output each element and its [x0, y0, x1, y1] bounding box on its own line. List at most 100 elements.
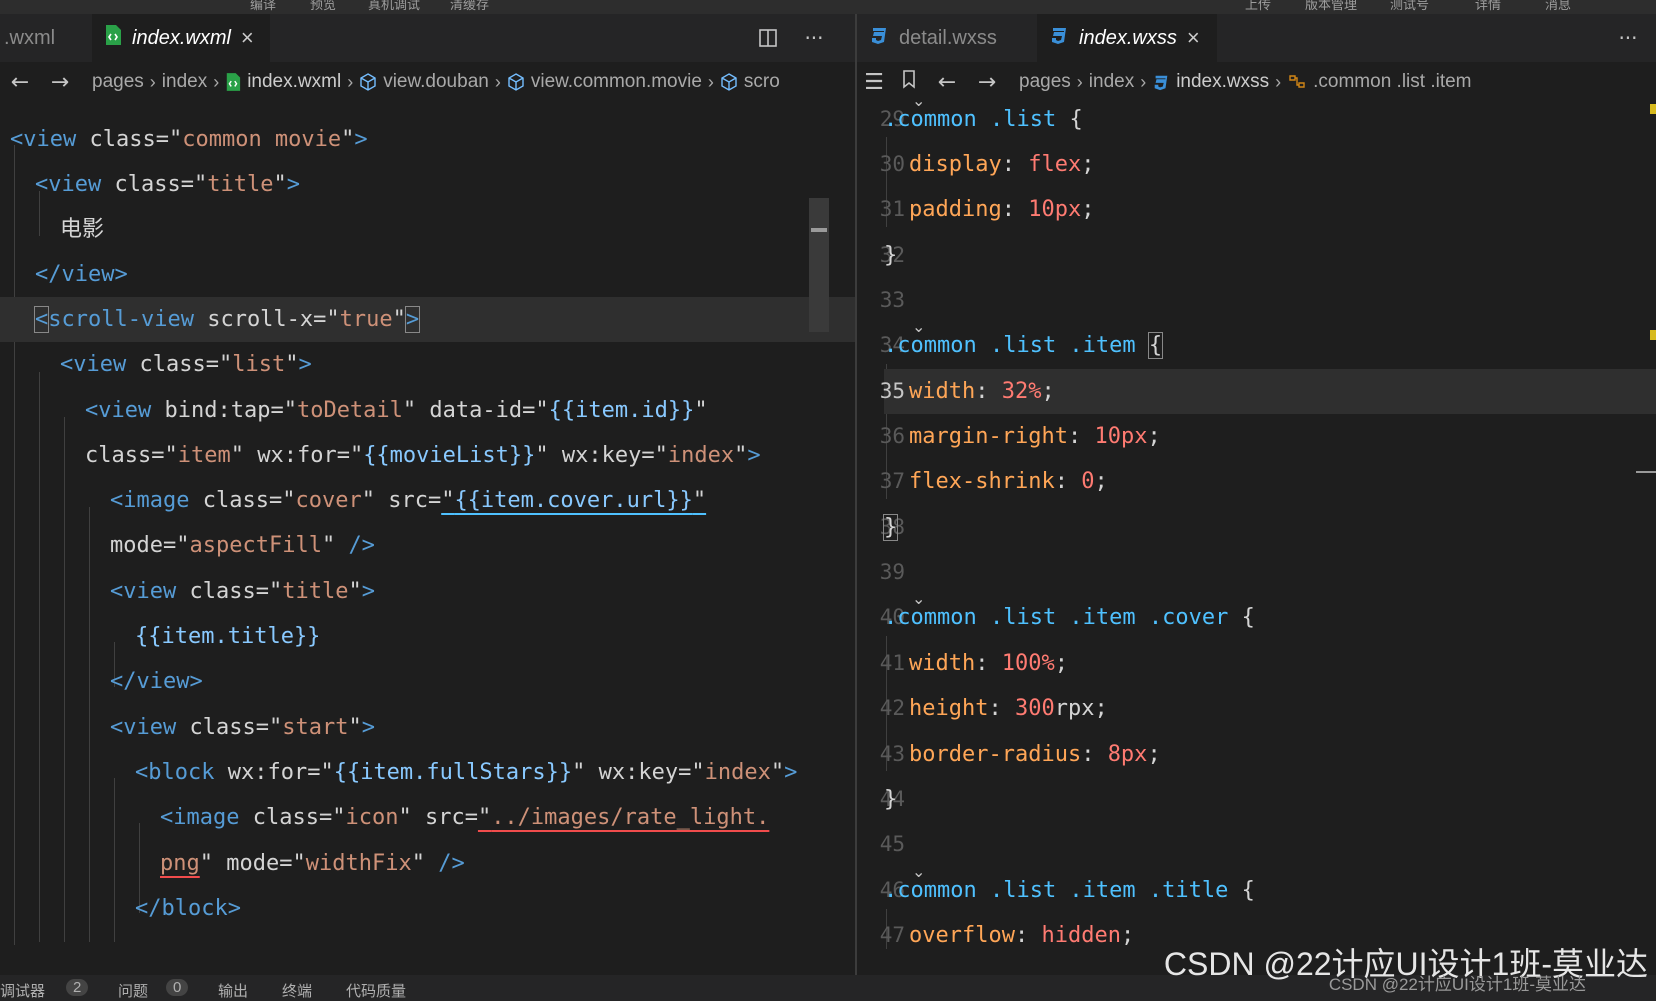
chevron-right-icon: ›: [707, 71, 714, 92]
code-line: 42 height: 300rpx;: [879, 696, 1108, 721]
breadcrumb-item[interactable]: view.douban: [359, 71, 489, 93]
code-line: class="item" wx:for="{{movieList}}" wx:k…: [85, 443, 761, 468]
editor-right: detail.wxss index.wxss × ··· ☰ ← → pages…: [857, 14, 1656, 975]
code-line: mode="aspectFill" />: [110, 533, 375, 558]
scroll-position-marker: [811, 228, 827, 232]
code-line: {{item.title}}: [135, 624, 321, 649]
code-line: 31 padding: 10px;: [879, 197, 1095, 222]
code-line: 32}: [879, 243, 905, 268]
cube-icon: [721, 73, 737, 91]
panel-tab-output[interactable]: 输出: [218, 980, 248, 1001]
overview-ruler-cursor: [1636, 471, 1656, 473]
top-toolbar-strip: 编译 预览 真机调试 清缓存 上传 版本管理 测试号 详情 消息: [0, 0, 1656, 14]
panel-tab-code-quality[interactable]: 代码质量: [346, 980, 406, 1001]
code-line: <view bind:tap="toDetail" data-id="{{ite…: [85, 398, 708, 423]
breadcrumb-label: view.common.movie: [530, 71, 702, 92]
cube-icon: [360, 73, 376, 91]
code-line-highlighted: <scroll-view scroll-x="true">: [0, 297, 855, 342]
breadcrumb-item[interactable]: pages: [1019, 71, 1071, 93]
code-line: 41 width: 100%;: [879, 651, 1068, 676]
tab-detail-wxss[interactable]: detail.wxss: [857, 14, 1037, 62]
toolbar-item[interactable]: 真机调试: [368, 0, 420, 13]
breadcrumb-file[interactable]: index.wxss: [1152, 71, 1269, 93]
code-line: 37 flex-shrink: 0;: [879, 469, 1108, 494]
tab-wxml-partial[interactable]: .wxml: [0, 14, 92, 62]
editor-left: .wxml index.wxml × ··· ← → pages › index…: [0, 14, 855, 975]
code-line: png" mode="widthFix" />: [160, 851, 465, 876]
breadcrumb-item[interactable]: index: [1089, 71, 1134, 93]
breadcrumb-item[interactable]: view.common.movie: [507, 71, 702, 93]
split-editor-icon[interactable]: [754, 24, 782, 52]
cube-icon: [508, 73, 524, 91]
panel-tab-debugger[interactable]: 调试器: [0, 980, 45, 1001]
breadcrumb-file[interactable]: index.wxml: [225, 71, 341, 93]
breadcrumb-item[interactable]: .common .list .item: [1287, 71, 1472, 93]
code-line: 29 ⌄ .common .list {: [879, 91, 1083, 132]
forward-arrow-icon[interactable]: →: [40, 70, 80, 95]
code-line: 45: [879, 832, 905, 856]
toolbar-item[interactable]: 测试号: [1390, 0, 1429, 13]
toolbar-item[interactable]: 版本管理: [1305, 0, 1357, 13]
toolbar-item[interactable]: 消息: [1545, 0, 1571, 13]
toolbar-item[interactable]: 上传: [1245, 0, 1271, 13]
code-line: </block>: [135, 896, 241, 921]
vertical-scrollbar-thumb[interactable]: [809, 198, 829, 332]
code-line: <view class="title">: [35, 172, 300, 197]
tab-label: index.wxss: [1079, 26, 1177, 49]
csdn-watermark-shadow: CSDN @22计应UI设计1班-莫业达: [1328, 975, 1586, 994]
code-line: <view class="title">: [110, 579, 375, 604]
breadcrumb-item[interactable]: scro: [720, 71, 780, 93]
breadcrumb-item[interactable]: index: [162, 71, 207, 93]
tab-label: detail.wxss: [899, 26, 997, 49]
chevron-right-icon: ›: [1140, 71, 1147, 92]
breadcrumb-label: scro: [743, 71, 780, 92]
chevron-right-icon: ›: [149, 71, 156, 92]
code-line: <image class="cover" src="{{item.cover.u…: [110, 488, 707, 513]
toolbar-item[interactable]: 清缓存: [450, 0, 489, 13]
chevron-right-icon: ›: [494, 71, 501, 92]
panel-tab-problems[interactable]: 问题: [118, 980, 148, 1001]
back-arrow-icon[interactable]: ←: [0, 70, 40, 95]
close-icon[interactable]: ×: [241, 25, 254, 51]
overview-ruler-marker: [1650, 104, 1656, 114]
chevron-right-icon: ›: [213, 71, 220, 92]
code-line: 39: [879, 560, 905, 584]
chevron-right-icon: ›: [347, 71, 354, 92]
code-line-highlighted: 35 width: 32%;: [880, 369, 1656, 414]
wxml-file-icon: [226, 73, 241, 91]
panel-tab-terminal[interactable]: 终端: [282, 980, 312, 1001]
breadcrumb: ☰ ← → pages › index › index.wxss › .comm…: [857, 62, 1656, 102]
code-line: 40 ⌄ .common .list .item .cover {: [879, 589, 1255, 630]
code-area-wxss[interactable]: 29 ⌄ .common .list { 30 display: flex; 31 pa…: [857, 91, 1656, 975]
more-actions-icon[interactable]: ···: [800, 24, 828, 52]
chevron-right-icon: ›: [1275, 71, 1282, 92]
tab-bar-left: .wxml index.wxml × ···: [0, 14, 855, 62]
code-area-wxml[interactable]: <view class="common movie"> <view class=…: [0, 102, 855, 975]
code-line: 33: [879, 288, 905, 312]
breadcrumb-file-label: index.wxml: [247, 71, 342, 92]
chevron-right-icon: ›: [1076, 71, 1083, 92]
code-line: 34 ⌄ .common .list .item {: [879, 317, 1164, 359]
breadcrumb-file-label: index.wxss: [1176, 71, 1270, 92]
breadcrumb-item[interactable]: pages: [92, 71, 144, 93]
toolbar-item[interactable]: 编译: [250, 0, 276, 13]
back-arrow-icon[interactable]: ←: [927, 70, 967, 95]
more-actions-icon[interactable]: ···: [1614, 24, 1642, 52]
toolbar-item[interactable]: 详情: [1475, 0, 1501, 13]
outline-list-icon[interactable]: ☰: [857, 70, 891, 95]
code-line: 36 margin-right: 10px;: [879, 424, 1161, 449]
css-file-icon: [1154, 75, 1168, 91]
code-line: 46 ⌄ .common .list .item .title {: [879, 862, 1255, 903]
forward-arrow-icon[interactable]: →: [967, 70, 1007, 95]
css-file-icon: [1049, 25, 1069, 51]
tab-index-wxss[interactable]: index.wxss ×: [1037, 14, 1217, 62]
code-line: <block wx:for="{{item.fullStars}}" wx:ke…: [135, 760, 798, 785]
tab-bar-right: detail.wxss index.wxss × ···: [857, 14, 1656, 62]
tab-index-wxml[interactable]: index.wxml ×: [92, 14, 270, 62]
toolbar-item[interactable]: 预览: [310, 0, 336, 13]
code-line: <view class="start">: [110, 715, 375, 740]
code-line: <view class="list">: [60, 352, 312, 377]
close-icon[interactable]: ×: [1187, 25, 1200, 51]
wxml-file-icon: [104, 24, 122, 52]
code-line: <image class="icon" src="../images/rate_…: [160, 805, 770, 830]
